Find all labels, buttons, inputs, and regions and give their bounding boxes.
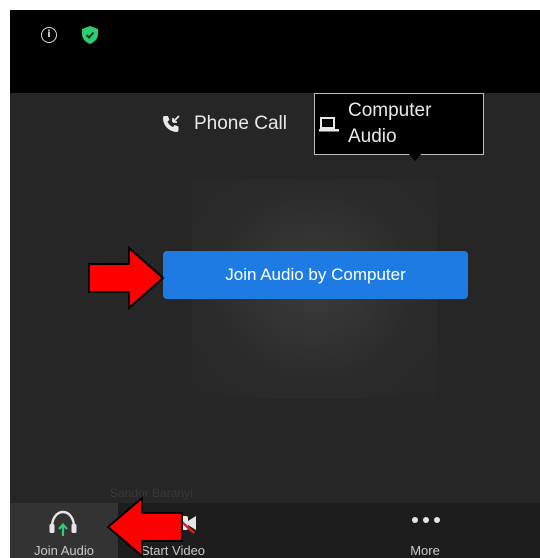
phone-icon [163, 115, 180, 132]
join-audio-button[interactable]: Join Audio [10, 503, 118, 558]
top-bar: i [10, 10, 540, 93]
join-audio-label: Join Audio [34, 543, 94, 558]
more-label: More [410, 543, 440, 558]
tab-tooltip-notch [408, 153, 422, 161]
meeting-window: i Phone Call Computer Audio Join Audio b… [10, 10, 540, 558]
more-button[interactable]: More [390, 503, 460, 558]
audio-tabs: Phone Call Computer Audio [10, 93, 540, 163]
join-audio-by-computer-button[interactable]: Join Audio by Computer [163, 251, 468, 299]
info-icon[interactable]: i [41, 27, 57, 43]
tab-phone-call-label: Phone Call [194, 113, 287, 134]
audio-dialog: Phone Call Computer Audio Join Audio by … [10, 93, 540, 503]
annotation-arrow-icon [106, 496, 183, 558]
computer-icon [319, 117, 339, 132]
bottom-toolbar: Join Audio Start Video More [10, 503, 540, 558]
headset-icon [49, 510, 77, 536]
annotation-arrow-icon [88, 246, 165, 310]
tab-computer-audio[interactable]: Computer Audio [314, 93, 484, 155]
tab-computer-audio-label: Computer Audio [348, 100, 432, 147]
shield-icon[interactable] [82, 26, 98, 44]
more-dots-icon [412, 517, 440, 523]
tab-phone-call[interactable]: Phone Call [160, 109, 287, 139]
